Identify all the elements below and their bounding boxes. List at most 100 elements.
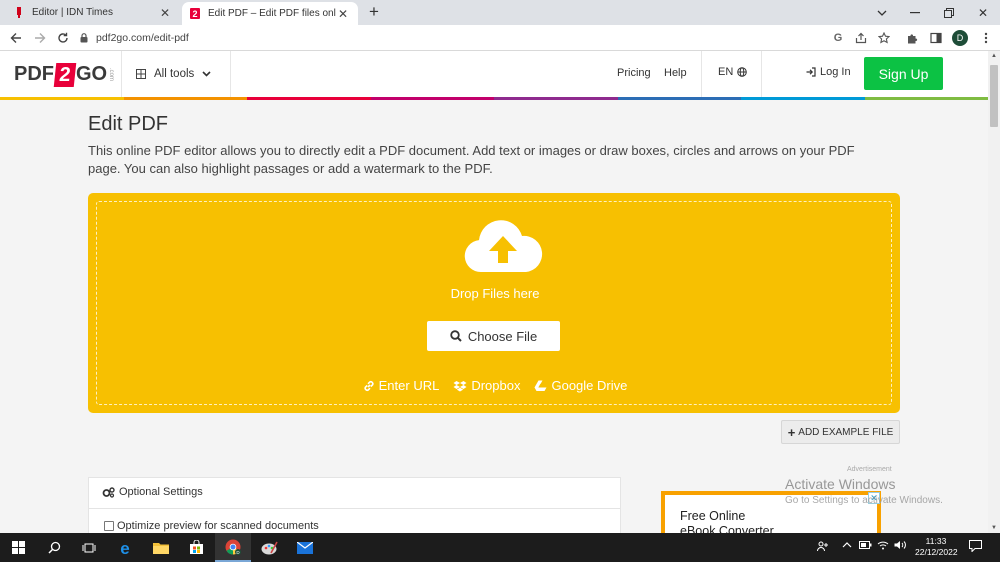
volume-icon[interactable] [894,540,907,550]
optional-settings-header: Optional Settings [102,486,203,498]
bookmark-star-icon[interactable] [875,29,893,47]
login-link[interactable]: Log In [806,66,851,78]
stripe-segment [123,97,247,100]
microsoft-store-icon[interactable] [178,533,214,562]
ad-line1: Free Online [680,509,746,523]
all-tools-menu[interactable]: All tools [136,65,211,83]
gears-icon [102,486,115,498]
url-field[interactable]: pdf2go.com/edit-pdf [80,28,820,48]
reload-icon[interactable] [54,29,72,47]
new-tab-icon[interactable]: + [365,3,383,21]
optimize-preview-label: Optimize preview for scanned documents [117,520,319,532]
google-drive-label: Google Drive [551,378,628,393]
people-icon[interactable] [817,540,829,552]
paint-icon[interactable] [251,533,287,562]
stripe-segment [741,97,865,100]
chrome-icon[interactable]: D [215,533,251,562]
file-explorer-icon[interactable] [143,533,179,562]
windows-taskbar: e D 11:33 22/12/2022 [0,533,1000,562]
page-description: This online PDF editor allows you to dir… [88,143,855,176]
battery-icon[interactable] [859,540,872,550]
upload-sources: Enter URL Dropbox Google Drive [97,378,893,393]
notification-icon[interactable] [969,540,982,552]
grid-icon [136,69,146,79]
stripe-segment [247,97,371,100]
system-clock[interactable]: 11:33 22/12/2022 [915,536,958,558]
language-selector[interactable]: EN [718,66,748,78]
restore-icon[interactable] [932,0,966,25]
panel-divider [89,508,620,509]
address-bar: pdf2go.com/edit-pdf G D [0,25,1000,51]
logo-pdf: PDF [14,63,54,85]
dropbox-icon [453,380,467,391]
advertisement-label: Advertisement [847,466,892,473]
plus-icon: + [787,424,796,440]
back-icon[interactable] [7,29,25,47]
header-color-stripe [0,97,988,100]
svg-text:e: e [120,540,129,556]
pdf2go-logo[interactable]: PDF 2 GO .com [14,61,114,88]
task-view-icon[interactable] [71,533,107,562]
forward-icon[interactable] [31,29,49,47]
side-panel-icon[interactable] [927,29,945,47]
clock-time: 11:33 [925,536,947,546]
add-example-file-button[interactable]: + ADD EXAMPLE FILE [781,420,900,444]
tab-idn-times[interactable]: Editor | IDN Times ✕ [0,0,180,25]
search-icon [450,330,462,342]
svg-text:2: 2 [192,9,197,19]
cloud-upload-icon [464,220,543,273]
activate-windows-subtitle: Go to Settings to activate Windows. [785,495,943,506]
close-window-icon[interactable]: ✕ [966,0,1000,25]
header-divider [121,51,122,97]
login-icon [806,67,816,77]
scrollbar-thumb[interactable] [990,65,998,127]
tab-title: Editor | IDN Times [32,7,113,18]
activate-windows-title: Activate Windows [785,476,896,492]
dropbox-link[interactable]: Dropbox [453,378,520,393]
stripe-segment [370,97,494,100]
stripe-segment [864,97,988,100]
tab-edit-pdf[interactable]: 2 Edit PDF – Edit PDF files online ✕ [182,2,358,25]
optimize-preview-checkbox[interactable] [104,521,114,531]
logo-com: .com [108,67,115,81]
page-scrollbar[interactable]: ▲ ▼ [988,51,1000,533]
tab-search-icon[interactable] [865,0,899,25]
menu-kebab-icon[interactable] [977,29,995,47]
google-drive-link[interactable]: Google Drive [534,378,627,393]
url-text: pdf2go.com/edit-pdf [96,32,189,44]
search-icon[interactable] [36,533,72,562]
profile-avatar[interactable]: D [952,30,968,46]
page-title: Edit PDF [88,113,169,135]
pricing-link[interactable]: Pricing [617,67,651,79]
choose-file-button[interactable]: Choose File [427,321,560,351]
close-tab-icon[interactable]: ✕ [158,6,172,20]
globe-icon [737,67,748,77]
share-icon[interactable] [852,29,870,47]
help-link[interactable]: Help [664,67,687,79]
google-drive-icon [534,380,547,391]
stripe-segment [494,97,618,100]
google-lens-icon[interactable]: G [829,29,847,47]
chevron-down-icon [202,71,211,77]
enter-url-label: Enter URL [378,378,440,393]
minimize-icon[interactable] [898,0,932,25]
mail-icon[interactable] [287,533,323,562]
chevron-up-icon[interactable] [842,540,852,550]
scroll-up-icon[interactable]: ▲ [990,53,998,59]
file-drop-zone[interactable]: Drop Files here Choose File Enter URL Dr… [88,193,900,413]
page-viewport: PDF 2 GO .com All tools Pricing Help EN … [0,51,988,533]
logo-two: 2 [53,62,77,87]
enter-url-link[interactable]: Enter URL [363,378,440,393]
dropbox-label: Dropbox [471,378,521,393]
extensions-icon[interactable] [903,29,921,47]
sign-up-button[interactable]: Sign Up [864,57,943,90]
optimize-preview-option[interactable]: Optimize preview for scanned documents [104,520,319,532]
tab-title: Edit PDF – Edit PDF files online [208,8,336,19]
lock-icon [80,33,88,43]
scroll-down-icon[interactable]: ▼ [990,525,998,531]
wifi-icon[interactable] [877,540,889,550]
close-tab-icon[interactable]: ✕ [336,7,350,21]
windows-start-icon[interactable] [0,533,36,562]
edge-icon[interactable]: e [107,533,143,562]
logo-go: GO [76,63,108,85]
